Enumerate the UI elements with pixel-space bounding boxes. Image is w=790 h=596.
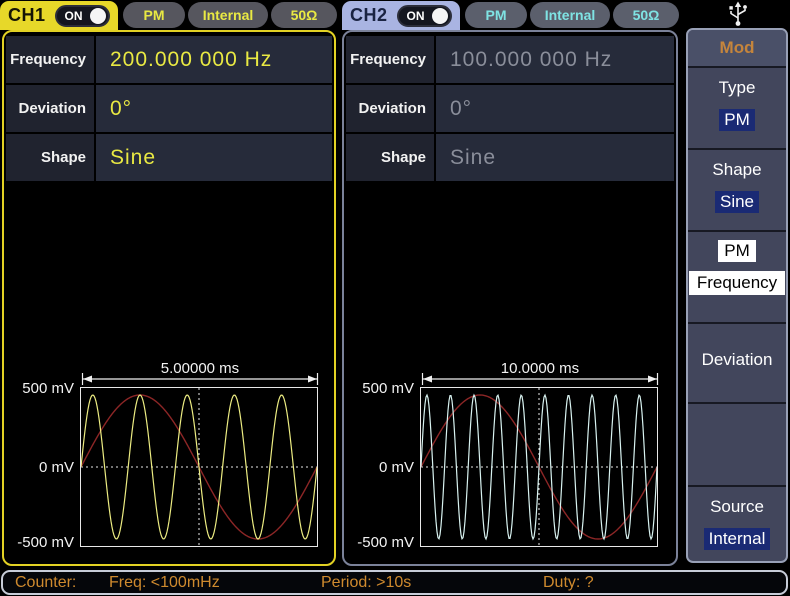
ch2-shape-label: Shape <box>346 134 436 181</box>
ch2-shape-value: Sine <box>436 134 674 181</box>
softkey-shape[interactable]: Shape Sine <box>688 148 786 230</box>
ch2-deviation-row: Deviation 0° <box>346 85 674 132</box>
ch1-waveform-svg <box>81 388 317 546</box>
ch2-measure-arrow <box>420 371 660 385</box>
ch1-deviation-value: 0° <box>96 85 332 132</box>
ch2-toggle-knob <box>432 8 448 24</box>
ch1-panel: Frequency 200.000 000 Hz Deviation 0° Sh… <box>2 30 336 566</box>
counter-period-value: Period: >10s <box>321 573 411 592</box>
ch2-label: CH2 <box>350 5 388 26</box>
ch2-on-toggle[interactable]: ON <box>397 5 452 27</box>
usb-icon <box>726 1 750 27</box>
ch1-measure-arrow <box>80 371 320 385</box>
counter-duty-value: Duty: ? <box>543 573 594 592</box>
ch1-label: CH1 <box>8 5 46 26</box>
ch1-shape-value: Sine <box>96 134 332 181</box>
ch1-vmax-label: 500 mV <box>4 380 74 397</box>
softkey-deviation[interactable]: Deviation <box>688 322 786 402</box>
ch1-badges: PM Internal 50Ω <box>120 2 337 28</box>
softkey-deviation-label: Deviation <box>688 350 786 370</box>
ch2-waveform-svg <box>421 388 657 546</box>
ch1-tab: CH1 ON <box>0 1 118 30</box>
softkey-pm-frequency[interactable]: PM Frequency <box>688 230 786 322</box>
ch2-deviation-value: 0° <box>436 85 674 132</box>
ch1-impedance-badge: 50Ω <box>271 2 337 28</box>
softkey-shape-value: Sine <box>715 191 759 213</box>
softkey-source-label: Source <box>688 497 786 517</box>
ch1-fields: Frequency 200.000 000 Hz Deviation 0° Sh… <box>6 36 332 183</box>
softkey-blank <box>688 402 786 485</box>
ch1-frequency-label: Frequency <box>6 36 96 83</box>
ch2-fields: Frequency 100.000 000 Hz Deviation 0° Sh… <box>346 36 674 183</box>
ch1-vzero-label: 0 mV <box>4 459 74 476</box>
instrument-screen: CH1 ON PM Internal 50Ω CH2 ON PM Interna… <box>0 0 790 596</box>
softkey-source[interactable]: Source Internal <box>688 485 786 561</box>
ch2-waveform-plot <box>420 387 658 547</box>
softkey-pm-label: PM <box>718 240 756 262</box>
ch1-vmin-label: -500 mV <box>4 534 74 551</box>
softkey-type[interactable]: Type PM <box>688 66 786 148</box>
ch2-source-badge: Internal <box>530 2 610 28</box>
ch2-impedance-badge: 50Ω <box>613 2 679 28</box>
ch1-shape-row: Shape Sine <box>6 134 332 181</box>
ch1-header: CH1 ON PM Internal 50Ω <box>0 0 340 30</box>
ch2-vmin-label: -500 mV <box>344 534 414 551</box>
ch1-shape-label: Shape <box>6 134 96 181</box>
softkey-type-label: Type <box>688 78 786 98</box>
ch2-vzero-label: 0 mV <box>344 459 414 476</box>
ch1-deviation-row: Deviation 0° <box>6 85 332 132</box>
softkey-source-value: Internal <box>704 528 771 550</box>
ch1-toggle-label: ON <box>65 9 83 23</box>
ch2-deviation-label: Deviation <box>346 85 436 132</box>
softkey-menu: Mod Type PM Shape Sine PM Frequency Devi… <box>686 28 788 563</box>
carrier-trace <box>421 395 657 539</box>
ch2-shape-row: Shape Sine <box>346 134 674 181</box>
ch2-vmax-label: 500 mV <box>344 380 414 397</box>
softkey-type-value: PM <box>719 109 755 131</box>
ch2-frequency-value: 100.000 000 Hz <box>436 36 674 83</box>
ch1-on-toggle[interactable]: ON <box>55 5 110 27</box>
ch2-panel: Frequency 100.000 000 Hz Deviation 0° Sh… <box>342 30 678 566</box>
counter-freq-value: Freq: <100mHz <box>109 573 220 592</box>
ch2-badges: PM Internal 50Ω <box>462 2 679 28</box>
softkey-frequency-value: Frequency <box>689 271 785 295</box>
ch2-frequency-row: Frequency 100.000 000 Hz <box>346 36 674 83</box>
ch2-modulation-badge: PM <box>465 2 527 28</box>
ch2-frequency-label: Frequency <box>346 36 436 83</box>
ch1-frequency-value: 200.000 000 Hz <box>96 36 332 83</box>
ch1-frequency-row: Frequency 200.000 000 Hz <box>6 36 332 83</box>
softkey-shape-label: Shape <box>688 160 786 180</box>
ch2-header: CH2 ON PM Internal 50Ω <box>342 0 682 30</box>
menu-title-mod: Mod <box>688 30 786 66</box>
ch1-waveform-plot <box>80 387 318 547</box>
ch1-modulation-badge: PM <box>123 2 185 28</box>
ch2-tab: CH2 ON <box>342 1 460 30</box>
ch1-source-badge: Internal <box>188 2 268 28</box>
counter-label: Counter: <box>15 573 76 592</box>
ch2-toggle-label: ON <box>407 9 425 23</box>
counter-status-bar: Counter: Freq: <100mHz Period: >10s Duty… <box>1 570 788 595</box>
ch1-toggle-knob <box>90 8 106 24</box>
ch1-deviation-label: Deviation <box>6 85 96 132</box>
